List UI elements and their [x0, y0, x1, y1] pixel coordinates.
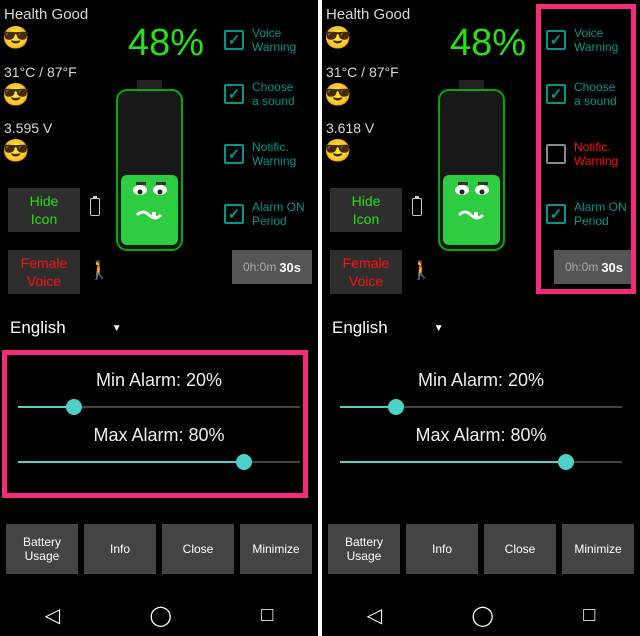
voice-warning-option[interactable]: ✓ VoiceWarning [224, 26, 308, 55]
battery-percent: 48% [128, 22, 204, 65]
person-icon: 🚶 [410, 260, 432, 281]
max-alarm-label: Max Alarm: 80% [340, 425, 622, 446]
home-icon[interactable]: ◯ [471, 603, 493, 628]
checkbox[interactable]: ✓ [224, 144, 244, 164]
health-status: Health Good [4, 6, 88, 23]
info-button[interactable]: Info [406, 524, 478, 574]
android-nav-bar: ◁ ◯ □ [322, 594, 640, 636]
android-nav-bar: ◁ ◯ □ [0, 594, 318, 636]
minimize-button[interactable]: Minimize [562, 524, 634, 574]
highlight-box [2, 350, 308, 498]
choose-sound-option-label: Choosea sound [252, 80, 308, 109]
battery-face-icon [434, 80, 509, 263]
bottom-button-row: BatteryUsage Info Close Minimize [328, 524, 634, 574]
left-screenshot: Health Good 😎 31°C / 87°F 😎 3.595 V 😎 48… [0, 0, 318, 636]
voltage-value: 3.595 V [4, 120, 52, 136]
female-voice-button[interactable]: FemaleVoice [330, 250, 402, 294]
battery-usage-button[interactable]: BatteryUsage [328, 524, 400, 574]
back-icon[interactable]: ◁ [45, 603, 60, 628]
cool-emoji-icon: 😎 [324, 84, 351, 106]
battery-usage-button[interactable]: BatteryUsage [6, 524, 78, 574]
info-button[interactable]: Info [84, 524, 156, 574]
checkbox[interactable]: ✓ [224, 30, 244, 50]
back-icon[interactable]: ◁ [367, 603, 382, 628]
voice-warning-option-label: VoiceWarning [252, 26, 308, 55]
hide-icon-button[interactable]: HideIcon [330, 188, 402, 232]
cool-emoji-icon: 😎 [324, 140, 351, 162]
dropdown-arrow-icon: ▼ [434, 323, 444, 334]
notification-warning-option[interactable]: ✓ Notific.Warning [224, 140, 308, 169]
alarm-period-option-label: Alarm ONPeriod [252, 200, 308, 229]
close-button[interactable]: Close [484, 524, 556, 574]
female-voice-button[interactable]: FemaleVoice [8, 250, 80, 294]
min-alarm-label: Min Alarm: 20% [340, 370, 622, 391]
bottom-button-row: BatteryUsage Info Close Minimize [6, 524, 312, 574]
highlight-box [536, 4, 636, 294]
minimize-button[interactable]: Minimize [240, 524, 312, 574]
language-dropdown[interactable]: English ▼ [332, 318, 444, 338]
battery-face-icon [112, 80, 187, 263]
language-value: English [332, 318, 388, 338]
person-icon: 🚶 [88, 260, 110, 281]
cool-emoji-icon: 😎 [2, 27, 29, 49]
right-screenshot: Health Good 😎 31°C / 87°F 😎 3.618 V 😎 48… [322, 0, 640, 636]
alarm-period-option[interactable]: ✓ Alarm ONPeriod [224, 200, 308, 229]
checkbox[interactable]: ✓ [224, 204, 244, 224]
temperature-value: 31°C / 87°F [326, 64, 399, 80]
small-battery-icon [90, 198, 100, 216]
dropdown-arrow-icon: ▼ [112, 323, 122, 334]
cool-emoji-icon: 😎 [2, 140, 29, 162]
home-icon[interactable]: ◯ [149, 603, 171, 628]
checkbox[interactable]: ✓ [224, 84, 244, 104]
temperature-value: 31°C / 87°F [4, 64, 77, 80]
alarm-period-button[interactable]: 0h:0m30s [232, 250, 312, 284]
language-dropdown[interactable]: English ▼ [10, 318, 122, 338]
recent-icon[interactable]: □ [583, 604, 595, 627]
battery-percent: 48% [450, 22, 526, 65]
alarm-sliders: Min Alarm: 20% Max Alarm: 80% [328, 352, 634, 490]
cool-emoji-icon: 😎 [324, 27, 351, 49]
notification-warning-option-label: Notific.Warning [252, 140, 308, 169]
health-status: Health Good [326, 6, 410, 23]
max-alarm-slider[interactable] [340, 452, 622, 472]
language-value: English [10, 318, 66, 338]
voltage-value: 3.618 V [326, 120, 374, 136]
small-battery-icon [412, 198, 422, 216]
choose-sound-option[interactable]: ✓ Choosea sound [224, 80, 308, 109]
recent-icon[interactable]: □ [261, 604, 273, 627]
hide-icon-button[interactable]: HideIcon [8, 188, 80, 232]
min-alarm-slider[interactable] [340, 397, 622, 417]
cool-emoji-icon: 😎 [2, 84, 29, 106]
close-button[interactable]: Close [162, 524, 234, 574]
